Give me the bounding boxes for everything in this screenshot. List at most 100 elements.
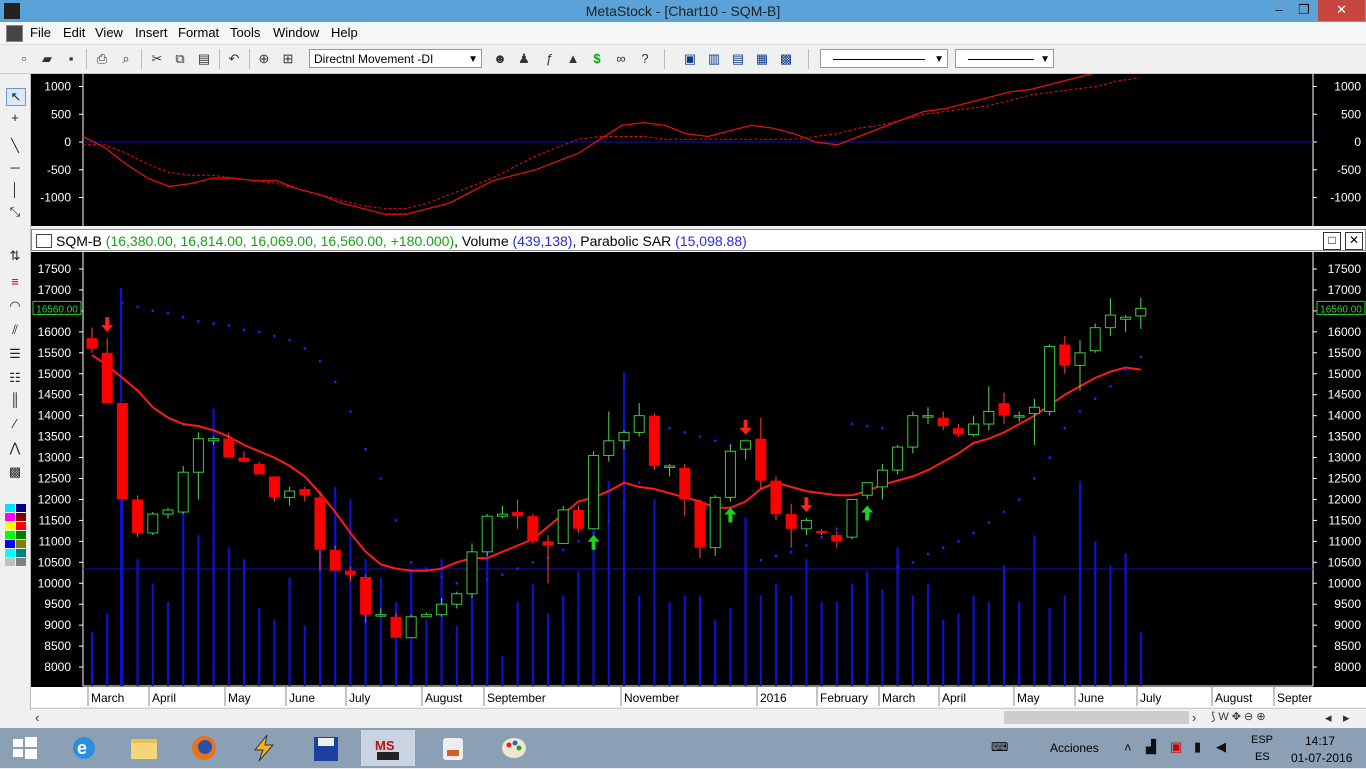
start-button[interactable] xyxy=(0,730,50,766)
menu-insert[interactable]: Insert xyxy=(135,25,168,40)
crosshair-icon[interactable]: ⊕ xyxy=(255,50,273,68)
panel-resize-icon[interactable]: ⇅ xyxy=(6,248,24,264)
svg-text:MS: MS xyxy=(375,738,395,753)
undo-icon[interactable]: ↶ xyxy=(225,50,243,68)
close-panel-button[interactable]: ✕ xyxy=(1345,232,1363,250)
candle-body-down xyxy=(132,499,144,533)
language-code[interactable]: ESP xyxy=(1251,734,1273,746)
signal-icon[interactable]: ▟ xyxy=(1146,739,1156,755)
explorer-icon[interactable]: ♟ xyxy=(515,50,533,68)
trendline-tool-icon[interactable]: ╲ xyxy=(6,138,24,154)
price-legend[interactable]: SQM-B (16,380.00, 16,814.00, 16,069.00, … xyxy=(56,233,747,249)
maximize-panel-button[interactable]: □ xyxy=(1323,232,1341,250)
horizontal-line-tool-icon[interactable]: ─ xyxy=(6,160,24,176)
java-taskbar-button[interactable] xyxy=(425,730,479,766)
battery-icon[interactable]: ▮ xyxy=(1194,739,1201,755)
fibonacci-tool-icon[interactable]: ≡ xyxy=(6,274,24,290)
cascade-windows-icon[interactable]: ▣ xyxy=(681,50,699,68)
pointer-tool-icon[interactable]: ↖ xyxy=(6,88,26,106)
paste-icon[interactable]: ▤ xyxy=(195,50,213,68)
scroll-thumb[interactable] xyxy=(1004,711,1189,724)
window-close-button[interactable]: ✕ xyxy=(1318,0,1365,21)
file-explorer-taskbar-button[interactable] xyxy=(117,730,171,766)
save-icon[interactable]: ▪ xyxy=(62,50,80,68)
winamp-taskbar-button[interactable] xyxy=(237,730,291,766)
page-left-icon[interactable]: ◂ xyxy=(1325,710,1332,726)
cut-icon[interactable]: ✂ xyxy=(148,50,166,68)
vertical-line-tool-icon[interactable]: │ xyxy=(6,182,24,198)
page-end-icon[interactable]: ▸ xyxy=(1343,710,1350,726)
scroll-left-icon[interactable]: ‹ xyxy=(35,710,39,725)
crosshair-tool-icon[interactable]: + xyxy=(6,110,24,126)
line-weight-select[interactable]: ▼ xyxy=(955,49,1054,68)
menu-file[interactable]: File xyxy=(30,25,51,40)
menu-help[interactable]: Help xyxy=(331,25,358,40)
tile-grid-icon[interactable]: ▦ xyxy=(753,50,771,68)
arc-tool-icon[interactable]: ◠ xyxy=(6,298,24,314)
channel-tool-icon[interactable]: ⁄ xyxy=(6,416,24,432)
clock-time[interactable]: 14:17 xyxy=(1305,734,1335,748)
arrange-icon[interactable]: ▩ xyxy=(777,50,795,68)
menu-edit[interactable]: Edit xyxy=(63,25,85,40)
sell-signal-arrow xyxy=(800,497,813,513)
indicator-select[interactable]: Directnl Movement -DI ▼ xyxy=(309,49,482,68)
indicator-panel[interactable]: 1000 1000 500 500 0 0 -500 -500 -1000 -1000 xyxy=(31,60,1366,226)
price-panel[interactable]: 1750017500170001700016500165001600016000… xyxy=(31,252,1366,708)
candle-body-down xyxy=(253,463,265,475)
grid-tool-icon[interactable]: ▩ xyxy=(6,464,24,480)
volume-icon[interactable]: ◀ xyxy=(1216,739,1226,755)
menu-format[interactable]: Format xyxy=(178,25,219,40)
time-zone-tool-icon[interactable]: ☷ xyxy=(6,370,24,386)
clock-date[interactable]: 01-07-2016 xyxy=(1291,751,1352,765)
zoom-icon[interactable]: ⊞ xyxy=(279,50,297,68)
help-pointer-icon[interactable]: ? xyxy=(636,50,654,68)
copy-icon[interactable]: ⧉ xyxy=(171,50,189,68)
formula-icon[interactable]: ƒ xyxy=(540,50,558,68)
menu-view[interactable]: View xyxy=(95,25,123,40)
candle-body-up xyxy=(968,423,980,436)
window-restore-button[interactable]: ❐ xyxy=(1290,0,1318,21)
paint-taskbar-button[interactable] xyxy=(487,730,541,766)
sar-dot xyxy=(1033,477,1036,480)
network-icon[interactable]: ▣ xyxy=(1170,739,1182,755)
chart-document-icon[interactable] xyxy=(6,25,23,42)
retracement-tool-icon[interactable]: ☰ xyxy=(6,346,24,362)
open-folder-icon[interactable]: ▰ xyxy=(38,50,56,68)
date-axis-label: June xyxy=(289,691,315,705)
price-axis-label-left: 12500 xyxy=(38,472,72,486)
andrews-pitchfork-icon[interactable]: ⋀ xyxy=(6,440,24,456)
candle-body-down xyxy=(937,417,949,427)
expert-advisor-icon[interactable]: ☻ xyxy=(491,50,509,68)
print-preview-icon[interactable]: ⌕ xyxy=(117,50,135,68)
metastock-taskbar-button[interactable]: MS xyxy=(361,730,415,766)
zoom-buttons[interactable]: ⟆ W ✥ ⊖ ⊕ xyxy=(1211,710,1266,723)
save-app-taskbar-button[interactable] xyxy=(299,730,353,766)
system-tester-icon[interactable]: ▲ xyxy=(564,50,582,68)
horizontal-scrollbar[interactable]: ‹ › ⟆ W ✥ ⊖ ⊕ ◂ ▸ xyxy=(31,708,1366,727)
color-palette[interactable] xyxy=(5,504,27,566)
chevron-down-icon: ▼ xyxy=(1040,54,1050,65)
internet-explorer-taskbar-button[interactable]: e xyxy=(57,730,111,766)
menu-tools[interactable]: Tools xyxy=(230,25,260,40)
cycle-tool-icon[interactable]: ⤡ xyxy=(6,204,24,220)
tile-vertical-icon[interactable]: ▥ xyxy=(705,50,723,68)
print-icon[interactable]: ⎙ xyxy=(93,50,111,68)
actions-label[interactable]: Acciones xyxy=(1050,741,1099,755)
cycle-lines-tool-icon[interactable]: ║ xyxy=(6,392,24,408)
binoculars-icon[interactable]: ∞ xyxy=(612,50,630,68)
scroll-right-icon[interactable]: › xyxy=(1192,710,1196,725)
windows-taskbar: e MS ⌨ Acciones ˄ ▟ ▣ ▮ ◀ ESP ES 14:17 0… xyxy=(0,728,1366,768)
fan-tool-icon[interactable]: ⫽ xyxy=(6,322,24,338)
new-file-icon[interactable]: ▫ xyxy=(15,50,33,68)
menu-window[interactable]: Window xyxy=(273,25,319,40)
keyboard-layout-code[interactable]: ES xyxy=(1255,751,1270,763)
tile-horizontal-icon[interactable]: ▤ xyxy=(729,50,747,68)
indicator-axis-label-right: 0 xyxy=(1354,135,1361,149)
line-style-select[interactable]: ▼ xyxy=(820,49,948,68)
tray-expand-icon[interactable]: ˄ xyxy=(1124,740,1132,755)
firefox-taskbar-button[interactable] xyxy=(177,730,231,766)
keyboard-icon[interactable]: ⌨ xyxy=(991,740,1008,754)
dollar-icon[interactable]: $ xyxy=(588,50,606,68)
date-axis-label: Septer xyxy=(1277,691,1312,705)
date-axis-label: June xyxy=(1078,691,1104,705)
